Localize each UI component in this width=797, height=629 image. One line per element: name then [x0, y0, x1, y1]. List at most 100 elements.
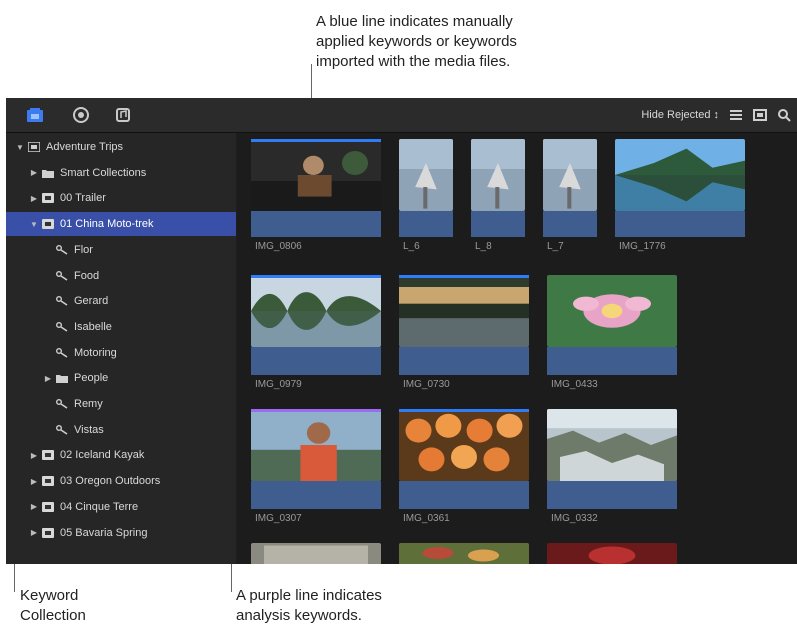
- filmstrip-view-icon[interactable]: [753, 108, 767, 122]
- sidebar-item-label: 05 Bavaria Spring: [60, 526, 148, 539]
- sidebar-item-label: 00 Trailer: [60, 192, 106, 205]
- sidebar-item-label: Vistas: [74, 423, 104, 436]
- audio-waveform: [251, 211, 381, 237]
- clip-frame-image: [547, 409, 677, 481]
- purple-keyword-line: [251, 409, 381, 412]
- clip-name: IMG_0307: [255, 513, 302, 524]
- sidebar-item-01-china-moto-trek[interactable]: ▼ 01 China Moto-trek: [6, 212, 236, 237]
- sidebar-item-00-trailer[interactable]: ▶ 00 Trailer: [6, 186, 236, 210]
- sidebar-item-label: Remy: [74, 398, 103, 410]
- clip-frame-image: [615, 139, 745, 211]
- final-cut-pro-window: Hide Rejected ↕ ▼ Adventure Trips ▶ Smart C…: [6, 98, 797, 564]
- sidebar-item-label: Smart Collections: [60, 166, 147, 179]
- disclosure-triangle-icon[interactable]: ▶: [28, 502, 40, 511]
- sidebar-item-motoring[interactable]: Motoring: [6, 341, 236, 365]
- photos-icon[interactable]: [72, 106, 90, 124]
- clip-name: L_7: [547, 241, 564, 252]
- sidebar-item-label: Motoring: [74, 346, 117, 359]
- clip-thumbnail[interactable]: IMG_0433: [547, 275, 677, 393]
- library-icon[interactable]: [26, 106, 44, 124]
- search-icon[interactable]: [777, 108, 791, 122]
- disclosure-triangle-icon[interactable]: ▶: [28, 477, 40, 486]
- callout-blue-line: A blue line indicates manually applied k…: [316, 13, 517, 70]
- clip-thumbnail[interactable]: [251, 543, 381, 564]
- clip-thumbnail[interactable]: L_7: [543, 139, 597, 255]
- keyword-icon: [56, 296, 68, 306]
- clip-thumbnail[interactable]: L_6: [399, 139, 453, 255]
- toolbar: Hide Rejected ↕: [6, 98, 797, 133]
- sidebar-item-02-iceland-kayak[interactable]: ▶ 02 Iceland Kayak: [6, 443, 236, 467]
- clip-frame-image: [471, 139, 525, 211]
- audio-waveform: [547, 481, 677, 509]
- blue-keyword-line: [251, 139, 381, 142]
- blue-keyword-line: [251, 275, 381, 278]
- clip-name: IMG_0433: [551, 379, 598, 390]
- music-icon[interactable]: [114, 106, 132, 124]
- sidebar-item-remy[interactable]: Remy: [6, 392, 236, 416]
- clip-name: IMG_0979: [255, 379, 302, 390]
- sidebar-item-label: Isabelle: [74, 320, 112, 333]
- clip-thumbnail[interactable]: [399, 543, 529, 564]
- audio-waveform: [399, 481, 529, 509]
- audio-waveform: [471, 211, 525, 237]
- sidebar-item-people[interactable]: ▶ People: [6, 366, 236, 390]
- clip-frame-image: [399, 543, 529, 564]
- folder-icon: [56, 373, 68, 384]
- sidebar-item-smart-collections[interactable]: ▶ Smart Collections: [6, 161, 236, 185]
- disclosure-triangle-icon[interactable]: ▼: [28, 220, 40, 229]
- disclosure-triangle-icon[interactable]: ▼: [14, 143, 26, 152]
- blue-keyword-line: [399, 409, 529, 412]
- callout-keyword-collection: Keyword Collection: [20, 587, 86, 624]
- library-icon: [28, 142, 40, 152]
- sidebar-item-isabelle[interactable]: Isabelle: [6, 315, 236, 339]
- audio-waveform: [547, 347, 677, 375]
- keyword-icon: [56, 399, 68, 409]
- clip-thumbnail[interactable]: IMG_0361: [399, 409, 529, 527]
- clip-name: L_6: [403, 241, 420, 252]
- keyword-icon: [56, 270, 68, 281]
- clip-thumbnail[interactable]: [547, 543, 677, 564]
- sidebar-item-label: Adventure Trips: [46, 141, 124, 153]
- clip-thumbnail[interactable]: IMG_0307: [251, 409, 381, 527]
- clip-thumbnail[interactable]: IMG_1776: [615, 139, 745, 255]
- clip-thumbnail[interactable]: L_8: [471, 139, 525, 255]
- disclosure-triangle-icon[interactable]: ▶: [28, 528, 40, 537]
- sidebar-item-vistas[interactable]: Vistas: [6, 418, 236, 442]
- event-icon: [42, 219, 54, 230]
- sidebar-item-05-bavaria-spring[interactable]: ▶ 05 Bavaria Spring: [6, 521, 236, 545]
- folder-icon: [42, 168, 54, 178]
- disclosure-triangle-icon[interactable]: ▶: [28, 168, 40, 177]
- sidebar-item-food[interactable]: Food: [6, 264, 236, 288]
- sidebar-item-flor[interactable]: Flor: [6, 238, 236, 262]
- event-icon: [42, 450, 54, 461]
- list-view-icon[interactable]: [729, 108, 743, 122]
- sidebar-item-label: 03 Oregon Outdoors: [60, 475, 161, 488]
- disclosure-triangle-icon[interactable]: ▶: [28, 451, 40, 460]
- clip-name: IMG_0730: [403, 379, 450, 390]
- clip-thumbnail[interactable]: IMG_0332: [547, 409, 677, 527]
- sidebar-item-label: Gerard: [74, 295, 109, 308]
- audio-waveform: [399, 347, 529, 375]
- blue-keyword-line: [399, 275, 529, 278]
- clip-frame-image: [251, 409, 381, 481]
- event-icon: [42, 193, 54, 204]
- sidebar-item-04-cinque-terre[interactable]: ▶ 04 Cinque Terre: [6, 495, 236, 519]
- clip-frame-image: [399, 409, 529, 481]
- hide-rejected-popup[interactable]: Hide Rejected ↕: [641, 109, 719, 121]
- clip-frame-image: [547, 543, 677, 564]
- sidebar-item-adventure-trips[interactable]: ▼ Adventure Trips: [6, 135, 236, 159]
- disclosure-triangle-icon[interactable]: ▶: [28, 194, 40, 203]
- disclosure-triangle-icon[interactable]: ▶: [42, 374, 54, 383]
- clip-thumbnail[interactable]: IMG_0806: [251, 139, 381, 255]
- sidebar-item-label: 01 China Moto-trek: [60, 218, 154, 231]
- clip-name: L_8: [475, 241, 492, 252]
- clip-thumbnail[interactable]: IMG_0979: [251, 275, 381, 393]
- audio-waveform: [615, 211, 745, 237]
- sidebar-item-03-oregon-outdoors[interactable]: ▶ 03 Oregon Outdoors: [6, 469, 236, 493]
- clip-frame-image: [547, 275, 677, 347]
- sidebar-item-label: People: [74, 372, 109, 385]
- sidebar-item-gerard[interactable]: Gerard: [6, 289, 236, 313]
- clip-thumbnail[interactable]: IMG_0730: [399, 275, 529, 393]
- audio-waveform: [399, 211, 453, 237]
- sidebar-item-label: 02 Iceland Kayak: [60, 449, 145, 462]
